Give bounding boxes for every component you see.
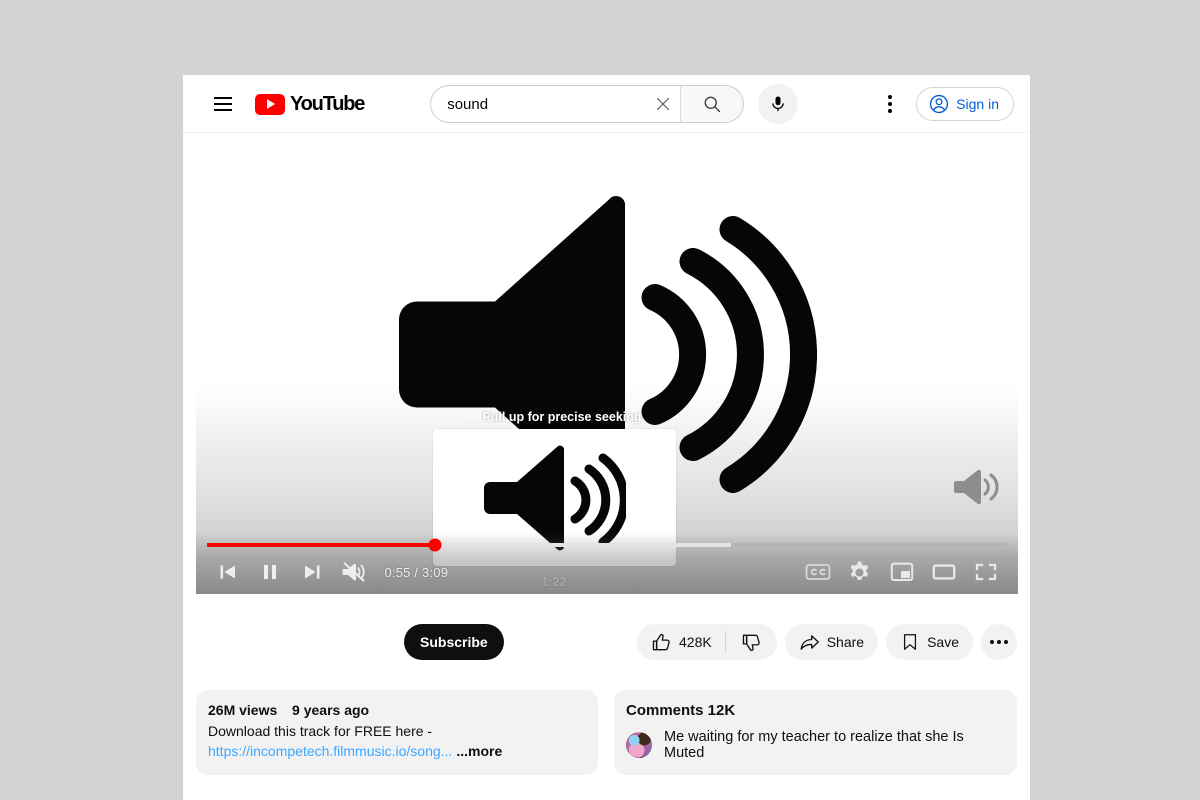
share-icon xyxy=(800,634,819,650)
more-dot xyxy=(990,640,994,644)
masthead: YouTube sound Sign in xyxy=(183,75,1030,133)
video-corner-speaker-icon xyxy=(953,468,1000,511)
subtitles-button[interactable] xyxy=(797,551,839,593)
search-form xyxy=(430,85,681,123)
video-meta: 26M views 9 years ago xyxy=(208,702,586,718)
gear-icon xyxy=(850,561,869,580)
search-region xyxy=(430,84,799,124)
save-label: Save xyxy=(927,634,959,650)
hamburger-line xyxy=(214,97,232,99)
settings-kebab-icon[interactable] xyxy=(870,84,910,124)
pause-icon xyxy=(263,565,276,579)
below-player: Subscribe 428K Share Save 26M views 9 ye… xyxy=(183,594,1030,787)
publish-date: 9 years ago xyxy=(292,702,370,718)
previous-video-button[interactable] xyxy=(207,551,249,593)
fullscreen-icon xyxy=(975,563,996,581)
like-button[interactable]: 428K xyxy=(637,624,725,660)
youtube-logo-text: YouTube xyxy=(290,92,365,115)
theater-mode-button[interactable] xyxy=(923,551,965,593)
seek-hint-label: Pull up for precise seeking xyxy=(482,410,642,424)
hamburger-line xyxy=(214,103,232,105)
closed-captions-icon xyxy=(805,564,830,580)
player-settings-button[interactable] xyxy=(839,551,881,593)
mute-toggle-button[interactable] xyxy=(333,551,375,593)
thumbs-down-icon xyxy=(742,634,760,651)
more-actions-button[interactable] xyxy=(981,624,1017,660)
sign-in-label: Sign in xyxy=(956,96,999,112)
kebab-dot xyxy=(888,102,893,106)
hamburger-line xyxy=(214,109,232,111)
previous-icon xyxy=(220,565,235,579)
share-label: Share xyxy=(826,634,865,650)
youtube-app-window: YouTube sound Sign in Pull up for precis… xyxy=(183,75,1030,800)
time-display: 0:55 / 3:09 xyxy=(384,564,449,580)
action-row: Subscribe 428K Share Save xyxy=(196,594,1017,690)
description-line-2: https://incompetech.filmmusic.io/song...… xyxy=(208,741,586,761)
progress-bar[interactable] xyxy=(206,538,1007,552)
search-submit-button[interactable] xyxy=(680,85,745,123)
description-link[interactable]: https://incompetech.filmmusic.io/song... xyxy=(208,743,452,759)
clear-search-icon[interactable] xyxy=(646,87,680,121)
search-icon xyxy=(704,96,721,113)
fullscreen-button[interactable] xyxy=(965,551,1007,593)
youtube-logo[interactable]: YouTube xyxy=(255,92,365,116)
player-controls-bar: 0:55 / 3:09 xyxy=(196,550,1018,594)
seek-hint: Pull up for precise seeking xyxy=(433,409,676,425)
share-button[interactable]: Share xyxy=(784,624,879,660)
masthead-right: Sign in xyxy=(870,84,1014,124)
more-dot xyxy=(1004,640,1008,644)
bookmark-icon xyxy=(904,634,917,650)
chevron-up-icon xyxy=(467,413,478,419)
pause-button[interactable] xyxy=(249,551,291,593)
guide-menu-icon[interactable] xyxy=(203,84,243,124)
miniplayer-icon xyxy=(890,562,913,581)
progress-played xyxy=(206,543,436,547)
description-panel[interactable]: 26M views 9 years ago Download this trac… xyxy=(196,690,598,775)
miniplayer-button[interactable] xyxy=(881,551,923,593)
search-input[interactable] xyxy=(447,95,647,113)
subscribe-button[interactable]: Subscribe xyxy=(404,624,504,660)
more-dot xyxy=(997,640,1001,644)
description-line-1: Download this track for FREE here - xyxy=(208,723,433,739)
like-dislike-group: 428K xyxy=(637,624,777,660)
kebab-dot xyxy=(888,109,893,113)
microphone-icon xyxy=(772,96,784,112)
comments-header: Comments 12K xyxy=(626,702,736,719)
play-triangle xyxy=(267,99,275,109)
comments-panel[interactable]: Comments 12K Me waiting for my teacher t… xyxy=(614,690,1017,775)
avatar xyxy=(626,732,652,758)
save-button[interactable]: Save xyxy=(886,624,973,660)
account-circle-icon xyxy=(930,94,949,114)
thumbs-up-icon xyxy=(652,633,670,650)
sign-in-button[interactable]: Sign in xyxy=(916,87,1014,121)
view-count: 26M views xyxy=(208,702,278,718)
next-video-button[interactable] xyxy=(291,551,333,593)
player-right-controls xyxy=(797,551,1007,593)
like-count: 428K xyxy=(679,634,712,650)
comment-item[interactable]: Me waiting for my teacher to realize tha… xyxy=(626,729,1005,761)
next-icon xyxy=(304,565,319,579)
dislike-button[interactable] xyxy=(726,624,777,660)
voice-search-button[interactable] xyxy=(758,84,799,124)
video-player[interactable]: Pull up for precise seeking 1:22 xyxy=(195,139,1018,594)
comment-text: Me waiting for my teacher to realize tha… xyxy=(664,729,964,761)
kebab-dot xyxy=(888,95,893,99)
info-panels: 26M views 9 years ago Download this trac… xyxy=(196,690,1017,787)
youtube-play-icon xyxy=(255,93,285,115)
show-more-button[interactable]: ...more xyxy=(456,743,502,759)
volume-muted-icon xyxy=(342,562,365,582)
theater-icon xyxy=(932,564,955,580)
video-actions: 428K Share Save xyxy=(637,624,1017,660)
